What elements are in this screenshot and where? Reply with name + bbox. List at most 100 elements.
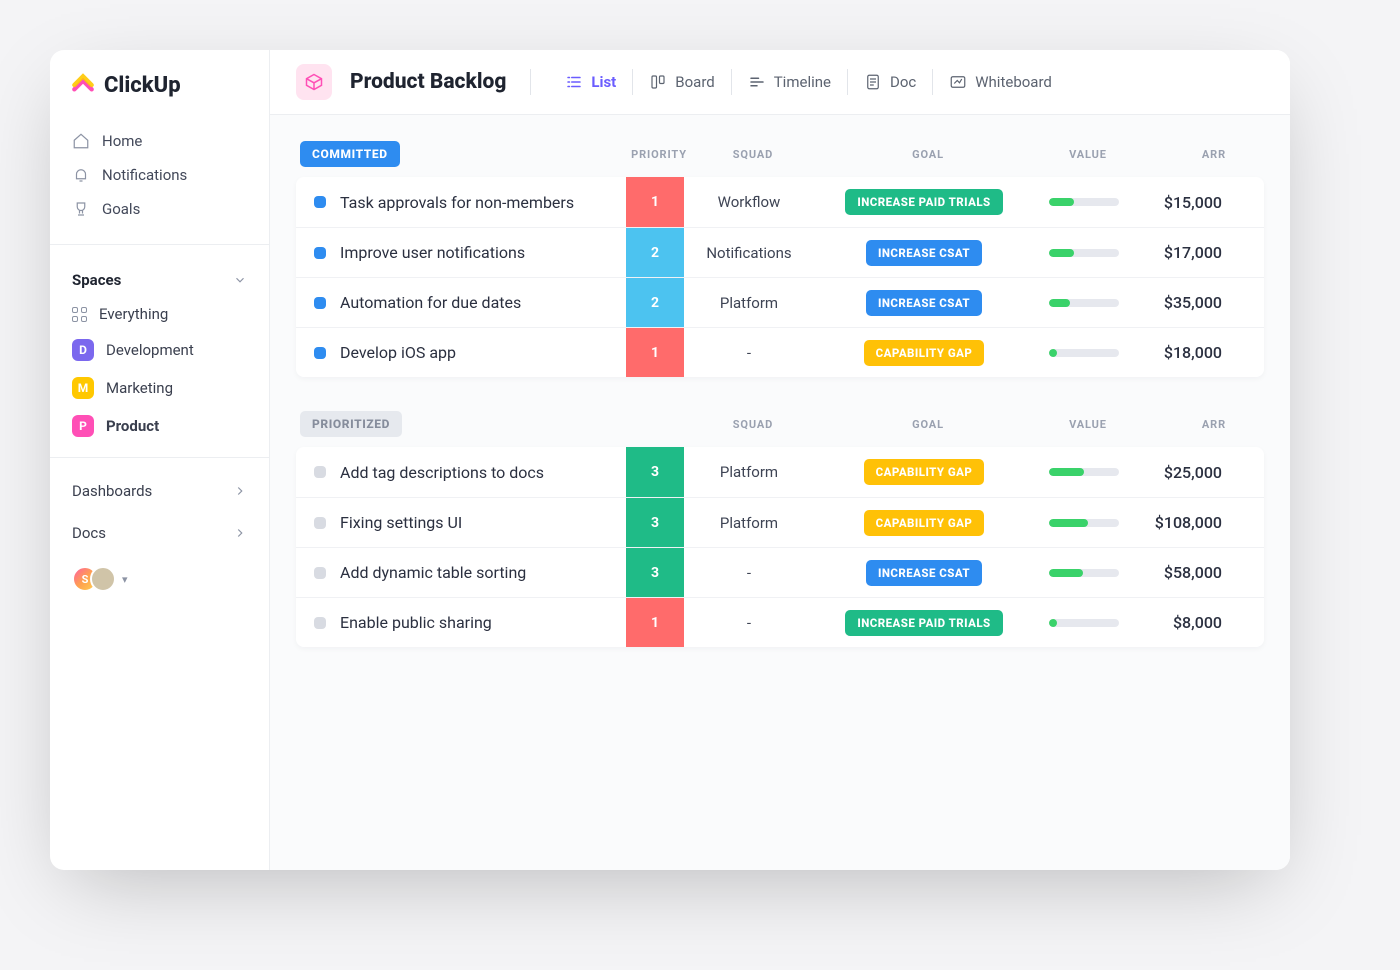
col-priority: PRIORITY	[630, 148, 688, 161]
priority-badge[interactable]: 3	[626, 447, 684, 497]
goal-tag[interactable]: CAPABILITY GAP	[864, 340, 985, 366]
sidebar-nav: Home Notifications Goals	[50, 118, 269, 232]
nav-goals[interactable]: Goals	[60, 192, 259, 226]
space-product[interactable]: P Product	[50, 407, 269, 445]
squad-cell: Platform	[684, 498, 814, 547]
home-icon	[72, 132, 90, 150]
space-marketing[interactable]: M Marketing	[50, 369, 269, 407]
priority-badge[interactable]: 1	[626, 177, 684, 227]
view-timeline[interactable]: Timeline	[738, 67, 841, 97]
goal-tag[interactable]: INCREASE PAID TRIALS	[845, 610, 1002, 636]
status-dot[interactable]	[314, 247, 326, 259]
status-dot[interactable]	[314, 567, 326, 579]
status-dot[interactable]	[314, 466, 326, 478]
nav-home[interactable]: Home	[60, 124, 259, 158]
view-board[interactable]: Board	[639, 67, 724, 97]
nav-label: Goals	[102, 200, 140, 218]
spaces-title: Spaces	[72, 271, 121, 289]
task-row[interactable]: Enable public sharing 1 - INCREASE PAID …	[296, 597, 1264, 647]
link-label: Dashboards	[72, 482, 152, 500]
value-bar	[1049, 468, 1119, 476]
task-row[interactable]: Improve user notifications 2 Notificatio…	[296, 227, 1264, 277]
value-bar	[1049, 198, 1119, 206]
squad-cell: -	[684, 548, 814, 597]
whiteboard-icon	[949, 73, 967, 91]
divider	[50, 244, 269, 245]
task-row[interactable]: Add tag descriptions to docs 3 Platform …	[296, 447, 1264, 497]
value-bar	[1049, 249, 1119, 257]
status-dot[interactable]	[314, 196, 326, 208]
view-whiteboard[interactable]: Whiteboard	[939, 67, 1062, 97]
divider	[50, 457, 269, 458]
group-prioritized: PRIORITIZED SQUAD GOAL VALUE ARR Add tag…	[296, 411, 1264, 647]
goal-tag[interactable]: CAPABILITY GAP	[864, 459, 985, 485]
space-development[interactable]: D Development	[50, 331, 269, 369]
status-dot[interactable]	[314, 347, 326, 359]
status-dot[interactable]	[314, 617, 326, 629]
doc-icon	[864, 73, 882, 91]
goal-tag[interactable]: INCREASE PAID TRIALS	[845, 189, 1002, 215]
priority-badge[interactable]: 1	[626, 598, 684, 647]
goal-cell: CAPABILITY GAP	[814, 498, 1034, 547]
priority-badge[interactable]: 2	[626, 278, 684, 327]
value-cell	[1034, 447, 1134, 497]
space-badge: M	[72, 377, 94, 399]
brand-name: ClickUp	[104, 73, 181, 98]
view-label: Doc	[890, 73, 916, 91]
goal-tag[interactable]: INCREASE CSAT	[866, 240, 982, 266]
priority-badge[interactable]: 3	[626, 548, 684, 597]
sidebar: ClickUp Home Notifications Goals Spaces …	[50, 50, 270, 870]
task-row[interactable]: Add dynamic table sorting 3 - INCREASE C…	[296, 547, 1264, 597]
status-dot[interactable]	[314, 517, 326, 529]
task-title: Add tag descriptions to docs	[340, 463, 544, 482]
task-row[interactable]: Automation for due dates 2 Platform INCR…	[296, 277, 1264, 327]
col-goal: GOAL	[818, 418, 1038, 431]
arr-cell: $17,000	[1134, 228, 1234, 277]
task-title-cell: Task approvals for non-members	[296, 177, 626, 227]
bell-icon	[72, 166, 90, 184]
task-row[interactable]: Task approvals for non-members 1 Workflo…	[296, 177, 1264, 227]
view-list[interactable]: List	[555, 67, 626, 97]
spaces-header[interactable]: Spaces	[50, 257, 269, 297]
task-row[interactable]: Fixing settings UI 3 Platform CAPABILITY…	[296, 497, 1264, 547]
group-pill[interactable]: PRIORITIZED	[300, 411, 402, 437]
space-label: Product	[106, 417, 159, 435]
timeline-icon	[748, 73, 766, 91]
member-avatars[interactable]: S ▾	[50, 554, 269, 604]
page-icon	[296, 64, 332, 100]
group-pill[interactable]: COMMITTED	[300, 141, 400, 167]
group-header: PRIORITIZED SQUAD GOAL VALUE ARR	[296, 411, 1264, 447]
clickup-icon	[70, 72, 96, 98]
priority-badge[interactable]: 3	[626, 498, 684, 547]
goal-tag[interactable]: INCREASE CSAT	[866, 560, 982, 586]
col-goal: GOAL	[818, 148, 1038, 161]
sidebar-link-docs[interactable]: Docs	[50, 512, 269, 554]
task-row[interactable]: Develop iOS app 1 - CAPABILITY GAP $18,0…	[296, 327, 1264, 377]
space-label: Marketing	[106, 379, 173, 397]
sidebar-link-dashboards[interactable]: Dashboards	[50, 470, 269, 512]
space-badge: P	[72, 415, 94, 437]
divider	[530, 69, 531, 95]
value-bar	[1049, 619, 1119, 627]
space-label: Everything	[99, 305, 168, 323]
status-dot[interactable]	[314, 297, 326, 309]
view-label: Board	[675, 73, 714, 91]
priority-badge[interactable]: 2	[626, 228, 684, 277]
space-everything[interactable]: Everything	[50, 297, 269, 331]
view-doc[interactable]: Doc	[854, 67, 926, 97]
brand-logo[interactable]: ClickUp	[50, 72, 269, 118]
task-title-cell: Enable public sharing	[296, 598, 626, 647]
task-title-cell: Improve user notifications	[296, 228, 626, 277]
chevron-right-icon	[233, 526, 247, 540]
divider	[731, 69, 732, 95]
priority-badge[interactable]: 1	[626, 328, 684, 377]
value-bar	[1049, 569, 1119, 577]
link-label: Docs	[72, 524, 106, 542]
task-title-cell: Automation for due dates	[296, 278, 626, 327]
chevron-down-icon	[233, 273, 247, 287]
goal-tag[interactable]: CAPABILITY GAP	[864, 510, 985, 536]
goal-tag[interactable]: INCREASE CSAT	[866, 290, 982, 316]
nav-notifications[interactable]: Notifications	[60, 158, 259, 192]
squad-cell: Platform	[684, 447, 814, 497]
divider	[847, 69, 848, 95]
